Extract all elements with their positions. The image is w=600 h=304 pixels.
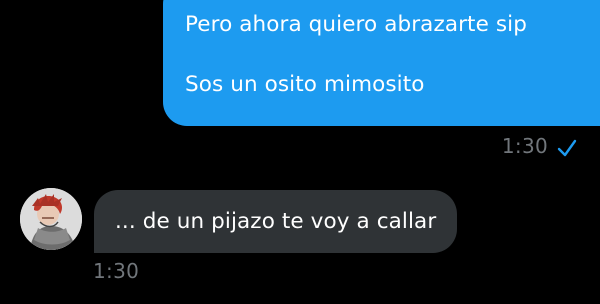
outgoing-message-line-1: Pero ahora quiero abrazarte sip bbox=[185, 12, 527, 37]
chat-conversation: Pero ahora quiero abrazarte sip Sos un o… bbox=[0, 0, 600, 304]
outgoing-message-meta: 1:30 bbox=[502, 133, 578, 159]
outgoing-message-bubble[interactable]: Pero ahora quiero abrazarte sip Sos un o… bbox=[163, 0, 600, 126]
outgoing-message-line-2: Sos un osito mimosito bbox=[185, 72, 425, 97]
avatar[interactable] bbox=[20, 188, 82, 250]
incoming-timestamp: 1:30 bbox=[93, 259, 140, 283]
outgoing-timestamp: 1:30 bbox=[501, 134, 548, 158]
incoming-message-meta: 1:30 bbox=[93, 259, 139, 283]
check-icon bbox=[556, 137, 578, 159]
incoming-message-text: ... de un pijazo te voy a callar bbox=[115, 209, 437, 234]
incoming-message-bubble[interactable]: ... de un pijazo te voy a callar bbox=[94, 190, 458, 253]
